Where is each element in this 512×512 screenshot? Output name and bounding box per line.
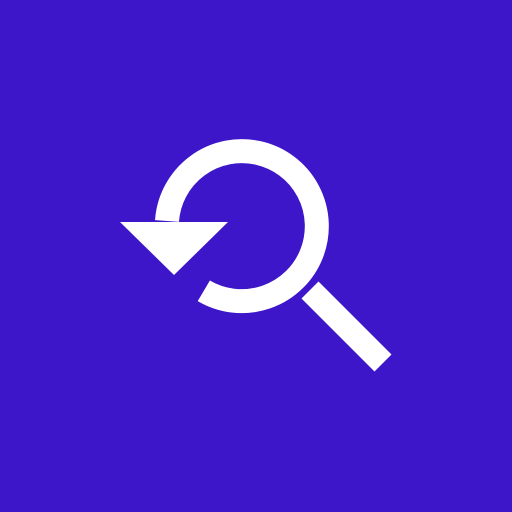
magnifier-handle: [301, 281, 392, 372]
app-icon: [0, 0, 512, 512]
search-history-icon: [120, 139, 392, 372]
arrow-head-icon: [120, 222, 228, 275]
